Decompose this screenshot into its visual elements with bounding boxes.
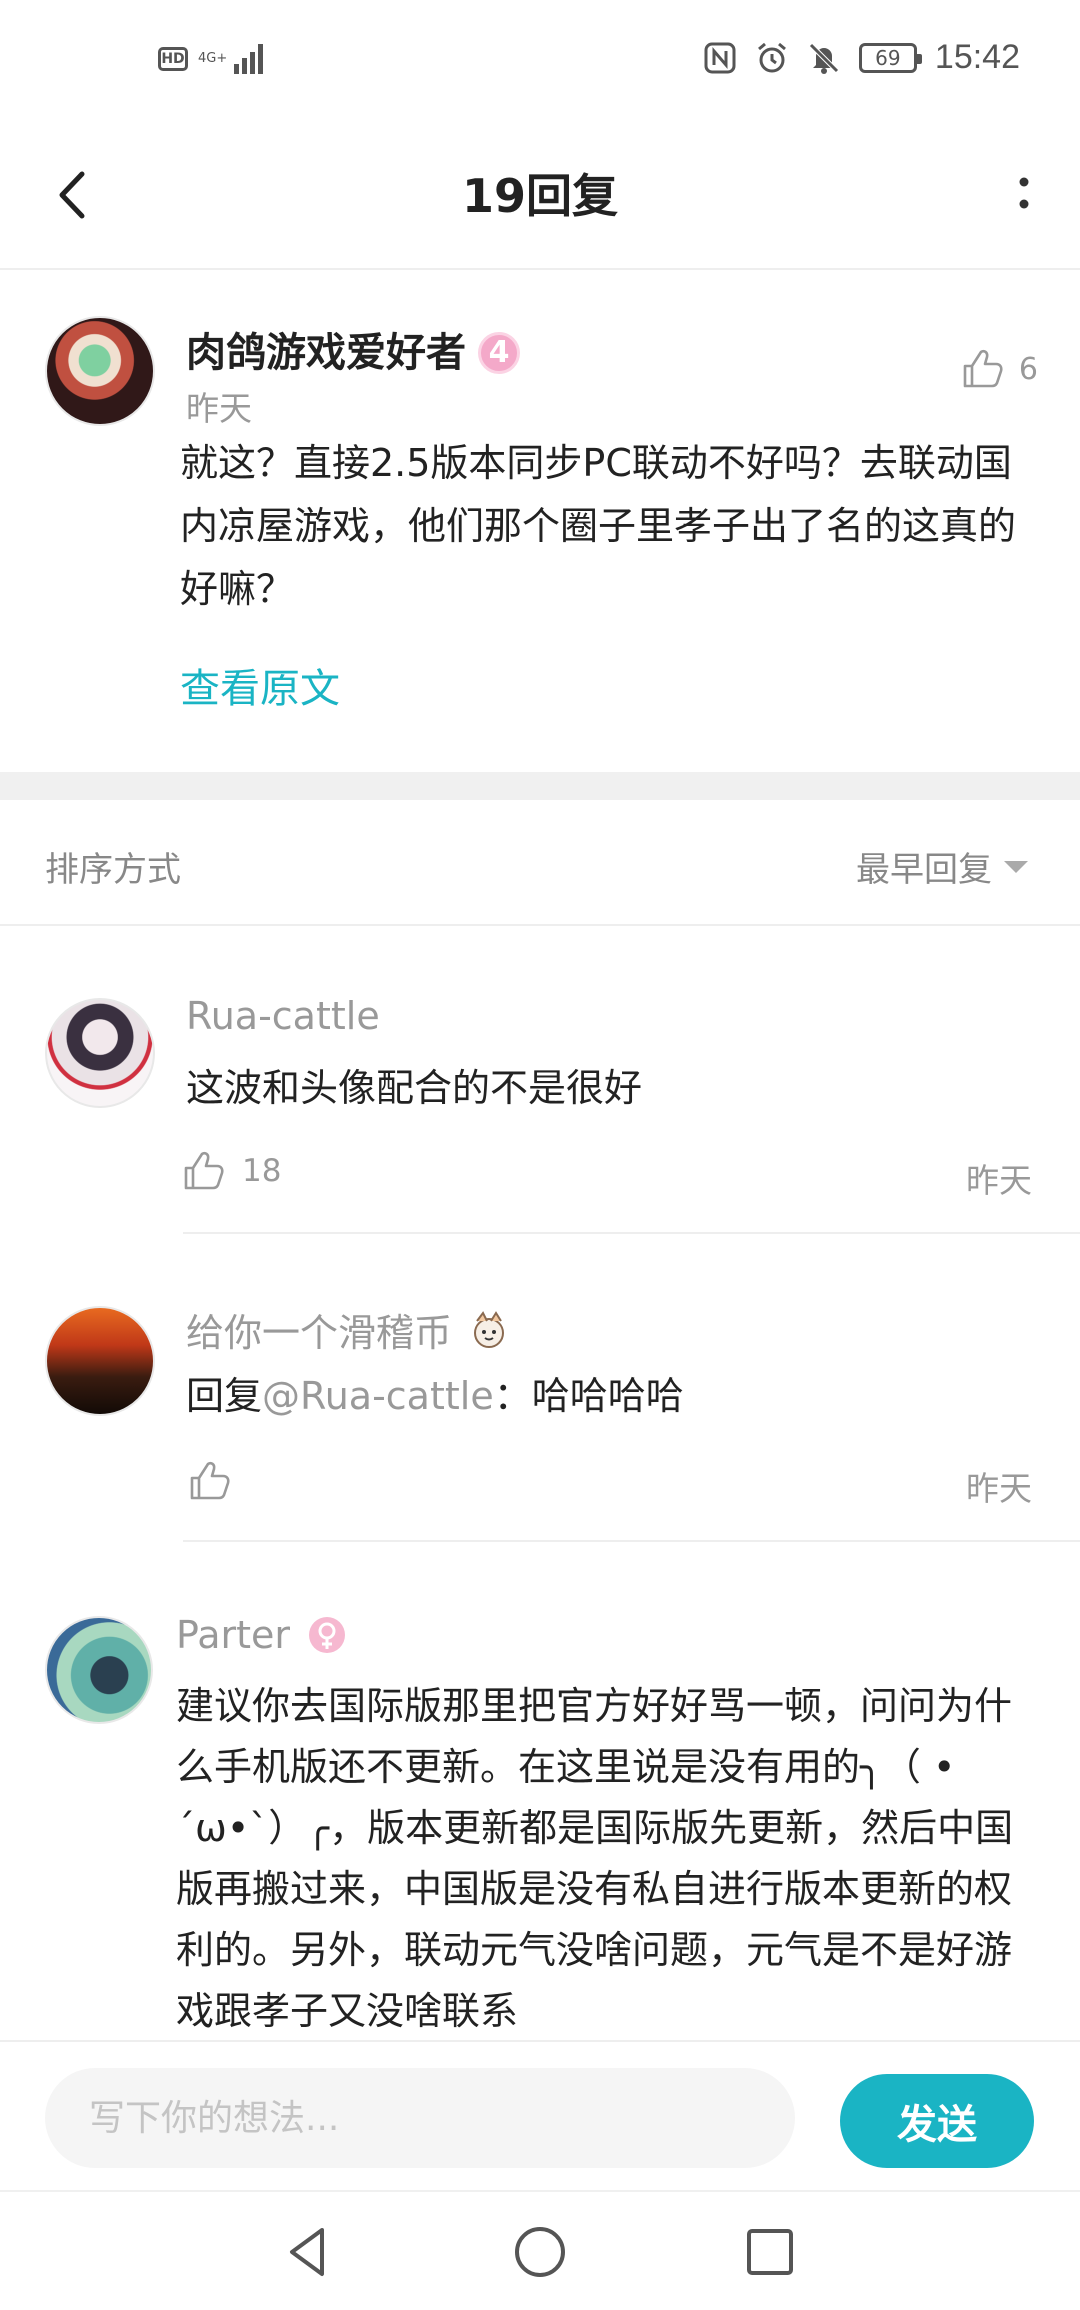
sort-dropdown[interactable]: 最早回复 xyxy=(856,842,1028,891)
thumbs-up-icon xyxy=(190,1461,230,1500)
reply-like-count: 18 xyxy=(242,1153,282,1189)
reply-author[interactable]: Rua-cattle xyxy=(186,994,380,1038)
reply-item: Rua-cattle 这波和头像配合的不是很好 18 昨天 xyxy=(0,994,1080,1234)
level-badge: 4 xyxy=(478,331,520,374)
top-bar: 19回复 xyxy=(0,120,1080,270)
network-label: 4G+ xyxy=(198,51,228,66)
sort-value: 最早回复 xyxy=(856,850,992,890)
system-nav-bar xyxy=(0,2190,1080,2310)
send-button[interactable]: 发送 xyxy=(840,2074,1034,2168)
reply-time: 昨天 xyxy=(966,1161,1032,1200)
comment-input[interactable] xyxy=(45,2068,795,2168)
reply-item: Parter 建议你去国际版那里把官方好好骂一顿，问问为什么手机版还不更新。在这… xyxy=(0,1616,1080,2040)
post-body: 就这？直接2.5版本同步PC联动不好吗？去联动国内凉屋游戏，他们那个圈子里孝子出… xyxy=(180,441,1017,611)
reply-text: 这波和头像配合的不是很好 xyxy=(186,1066,643,1110)
view-original-link[interactable]: 查看原文 xyxy=(180,656,340,714)
battery-icon: 69 xyxy=(858,42,922,73)
status-left: HD 4G+ xyxy=(158,44,263,74)
avatar[interactable] xyxy=(45,1306,155,1416)
alarm-icon xyxy=(757,42,786,72)
thumbs-up-icon xyxy=(184,1151,224,1190)
gender-icon xyxy=(309,1617,346,1653)
mention-link[interactable]: @Rua-cattle xyxy=(262,1374,494,1418)
reply-author[interactable]: Parter xyxy=(176,1616,350,1658)
battery-level: 69 xyxy=(875,45,901,70)
main-post: 肉鸽游戏爱好者 4 昨天 6 就这？直接2.5版本同步PC联动不好吗？去联动国内凉… xyxy=(0,272,1080,772)
nav-home-icon[interactable] xyxy=(510,2222,570,2282)
post-author[interactable]: 肉鸽游戏爱好者 4 xyxy=(186,320,520,378)
avatar[interactable] xyxy=(45,1616,153,1724)
reply-author-name: 给你一个滑稽币 xyxy=(186,1311,453,1355)
reply-time: 昨天 xyxy=(966,1469,1032,1508)
emoji-icon xyxy=(474,1310,505,1348)
reply-item: 给你一个滑稽币 回复@Rua-cattle：哈哈哈哈 昨天 xyxy=(0,1306,1080,1542)
hd-label: HD xyxy=(161,51,185,67)
status-bar: HD 4G+ 69 15:42 xyxy=(0,0,1080,120)
post-author-name: 肉鸽游戏爱好者 xyxy=(186,330,466,376)
status-right: 69 15:42 xyxy=(703,38,1020,77)
hd-icon: HD xyxy=(158,47,188,71)
signal-icon xyxy=(234,44,263,74)
reply-text: 回复@Rua-cattle：哈哈哈哈 xyxy=(186,1366,684,1427)
reply-like-button[interactable]: 18 xyxy=(180,1148,281,1194)
reply-author-name: Parter xyxy=(176,1616,291,1657)
reply-like-button[interactable] xyxy=(186,1458,248,1504)
post-like-count: 6 xyxy=(1018,351,1038,387)
nav-recents-icon[interactable] xyxy=(740,2222,800,2282)
reply-prefix: 回复 xyxy=(186,1374,263,1418)
post-time: 昨天 xyxy=(186,389,252,428)
section-divider xyxy=(0,772,1080,800)
more-icon[interactable] xyxy=(994,160,1054,230)
sort-label: 排序方式 xyxy=(45,850,181,890)
reply-body: ：哈哈哈哈 xyxy=(493,1374,684,1418)
reply-author[interactable]: 给你一个滑稽币 xyxy=(186,1302,512,1357)
post-like-button[interactable]: 6 xyxy=(959,346,1038,392)
page-title: 19回复 xyxy=(461,169,618,223)
sort-row: 排序方式 最早回复 xyxy=(0,800,1080,926)
clock: 15:42 xyxy=(934,38,1020,76)
reply-divider xyxy=(183,1540,1080,1542)
avatar[interactable] xyxy=(45,998,155,1108)
avatar[interactable] xyxy=(45,316,155,426)
nav-back-icon[interactable] xyxy=(278,2222,338,2282)
caret-down-icon xyxy=(1004,860,1028,873)
comment-bar: 发送 xyxy=(0,2040,1080,2190)
reply-divider xyxy=(183,1232,1080,1234)
nfc-icon xyxy=(704,42,736,73)
thumbs-up-icon xyxy=(963,349,1003,388)
reply-text: 建议你去国际版那里把官方好好骂一顿，问问为什么手机版还不更新。在这里说是没有用的… xyxy=(176,1684,1014,2033)
mute-icon xyxy=(809,42,839,74)
reply-author-name: Rua-cattle xyxy=(186,994,380,1038)
